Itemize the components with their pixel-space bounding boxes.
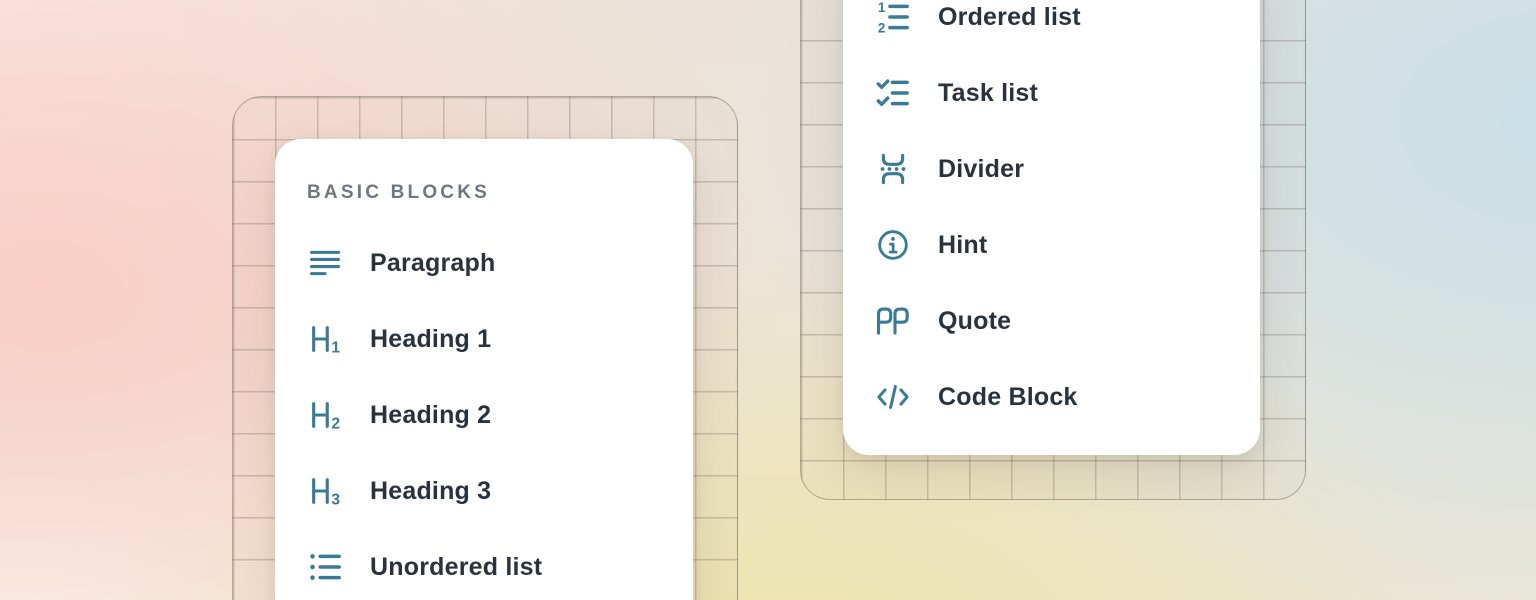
menu-item-ordered-list[interactable]: 1 2 Ordered list <box>843 0 1260 55</box>
menu-item-label: Divider <box>938 155 1024 184</box>
svg-text:2: 2 <box>331 415 340 432</box>
menu-item-label: Heading 3 <box>370 477 491 506</box>
blocks-panel-right: 1 2 Ordered list Task list <box>843 0 1260 455</box>
code-block-icon <box>876 380 910 414</box>
svg-text:1: 1 <box>331 339 340 356</box>
menu-item-hint[interactable]: Hint <box>843 207 1260 283</box>
menu-item-label: Heading 2 <box>370 401 491 430</box>
menu-item-label: Code Block <box>938 383 1078 412</box>
background-gradient: BASIC BLOCKS Paragraph 1 Heading 1 2 <box>0 0 1536 600</box>
menu-item-label: Quote <box>938 307 1011 336</box>
menu-item-label: Paragraph <box>370 249 495 278</box>
menu-item-divider[interactable]: Divider <box>843 131 1260 207</box>
menu-item-code-block[interactable]: Code Block <box>843 359 1260 435</box>
heading-2-icon: 2 <box>308 398 342 432</box>
menu-item-label: Unordered list <box>370 553 542 582</box>
menu-item-task-list[interactable]: Task list <box>843 55 1260 131</box>
menu-item-heading-2[interactable]: 2 Heading 2 <box>275 377 693 453</box>
menu-item-label: Task list <box>938 79 1038 108</box>
section-title-basic-blocks: BASIC BLOCKS <box>307 181 661 205</box>
menu-item-label: Ordered list <box>938 3 1081 32</box>
unordered-list-icon <box>308 550 342 584</box>
svg-text:1: 1 <box>878 0 886 15</box>
menu-item-paragraph[interactable]: Paragraph <box>275 225 693 301</box>
divider-icon <box>876 152 910 186</box>
menu-item-label: Heading 1 <box>370 325 491 354</box>
heading-3-icon: 3 <box>308 474 342 508</box>
hint-icon <box>876 228 910 262</box>
menu-item-label: Hint <box>938 231 987 260</box>
menu-item-quote[interactable]: Quote <box>843 283 1260 359</box>
paragraph-icon <box>308 246 342 280</box>
svg-text:2: 2 <box>878 21 885 34</box>
ordered-list-icon: 1 2 <box>876 0 910 34</box>
heading-1-icon: 1 <box>308 322 342 356</box>
menu-item-heading-1[interactable]: 1 Heading 1 <box>275 301 693 377</box>
menu-item-unordered-list[interactable]: Unordered list <box>275 529 693 600</box>
task-list-icon <box>876 76 910 110</box>
svg-text:3: 3 <box>331 491 340 508</box>
quote-icon <box>876 304 910 338</box>
basic-blocks-panel: BASIC BLOCKS Paragraph 1 Heading 1 2 <box>275 139 693 600</box>
menu-item-heading-3[interactable]: 3 Heading 3 <box>275 453 693 529</box>
